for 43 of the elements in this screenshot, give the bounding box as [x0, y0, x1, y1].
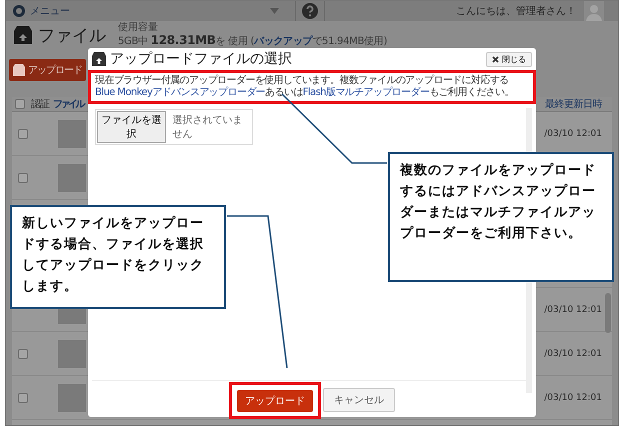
- box-icon: [13, 64, 25, 76]
- column-header[interactable]: 最終更新日時: [545, 97, 602, 111]
- usage-text: 5GB中 128.31MBを 使用 (バックアップで51.94MB使用): [118, 34, 388, 48]
- uploader-link[interactable]: Flash版マルチアップローダー: [302, 87, 430, 98]
- date-cell: /03/10 12:01: [544, 128, 602, 138]
- checkbox[interactable]: [18, 128, 28, 138]
- checkbox[interactable]: [18, 172, 28, 182]
- thumbnail-image: [58, 164, 86, 192]
- column-header[interactable]: ファイル: [53, 97, 83, 111]
- backup-link[interactable]: バックアップ: [254, 36, 312, 47]
- scrollbar: [605, 293, 611, 333]
- logo-icon: [12, 4, 26, 18]
- checkbox[interactable]: [18, 348, 28, 358]
- greeting-text: こんにちは、管理者さん！: [456, 4, 576, 18]
- thumbnail-image: [58, 120, 86, 148]
- checkbox[interactable]: [15, 99, 25, 109]
- page-title: ファイル: [38, 24, 106, 46]
- box-icon: [14, 26, 32, 44]
- upload-button[interactable]: アップロード: [9, 59, 86, 81]
- thumbnail-image: [58, 340, 86, 368]
- date-cell: /03/10 12:01: [544, 392, 602, 402]
- date-cell: /03/10 12:01: [544, 348, 602, 358]
- caret-icon[interactable]: [270, 8, 279, 14]
- date-cell: /03/10 12:01: [544, 304, 602, 314]
- close-button[interactable]: 閉じる: [486, 52, 532, 66]
- uploader-link[interactable]: Blue Monkeyアドバンスアップローダー: [95, 87, 266, 98]
- dialog-title: アップロードファイルの選択: [110, 50, 292, 68]
- notice-text: 現在ブラウザー付属のアップローダーを使用しています。複数ファイルのアップロードに対応する Blue MonkeyアドバンスアップローダーあるいはFlash版マルチアップローダーもご利用ください。: [95, 75, 515, 99]
- close-icon: [492, 56, 499, 62]
- thumbnail-image: [58, 384, 86, 412]
- help-icon[interactable]: [302, 3, 318, 19]
- column-header[interactable]: 認証: [31, 97, 49, 111]
- checkbox[interactable]: [18, 392, 28, 402]
- choose-file-button[interactable]: ファイルを選択: [97, 111, 166, 143]
- callout-box: 新しいファイルをアップロードする場合、ファイルを選択してアップロードをクリックします。: [10, 205, 226, 309]
- box-icon: [92, 52, 106, 66]
- menu-link[interactable]: メニュー: [30, 4, 70, 18]
- upload-button[interactable]: アップロード: [237, 390, 313, 412]
- callout-box: 複数のファイルをアップロードするにはアドバンスアップローダーまたはマルチファイルアップローダーをご利用下さい。: [388, 152, 614, 282]
- usage-label: 使用容量: [118, 22, 159, 34]
- cancel-button[interactable]: キャンセル: [323, 388, 395, 412]
- file-input-field[interactable]: ファイルを選択 選択されていません: [95, 109, 253, 145]
- file-status-text: 選択されていません: [172, 114, 244, 141]
